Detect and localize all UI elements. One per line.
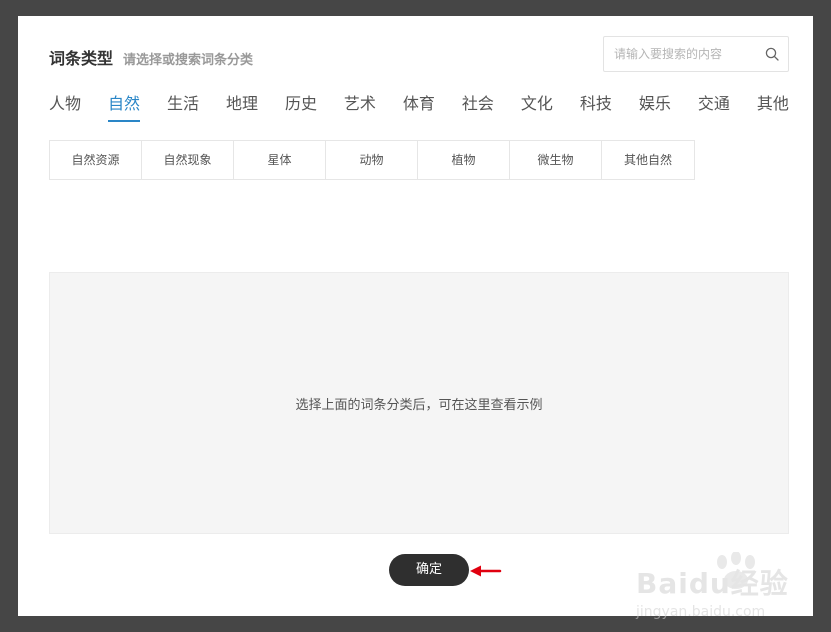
search-icon[interactable]: [765, 47, 779, 61]
tab-technology[interactable]: 科技: [580, 92, 612, 124]
watermark-brand: Baidu经验: [636, 567, 789, 600]
subtab-animals[interactable]: 动物: [326, 141, 418, 179]
tab-culture[interactable]: 文化: [521, 92, 553, 124]
subtab-natural-resources[interactable]: 自然资源: [50, 141, 142, 179]
tab-entertainment[interactable]: 娱乐: [639, 92, 671, 124]
confirm-button[interactable]: 确定: [389, 554, 469, 586]
red-arrow-annotation: [470, 565, 502, 577]
subtab-other-nature[interactable]: 其他自然: [602, 141, 694, 179]
tab-society[interactable]: 社会: [462, 92, 494, 124]
tab-person[interactable]: 人物: [49, 92, 81, 124]
subtab-natural-phenomena[interactable]: 自然现象: [142, 141, 234, 179]
dialog-header: 词条类型 请选择或搜索词条分类: [49, 45, 253, 69]
tab-life[interactable]: 生活: [167, 92, 199, 124]
subtab-plants[interactable]: 植物: [418, 141, 510, 179]
preview-message: 选择上面的词条分类后，可在这里查看示例: [295, 397, 543, 413]
watermark-url: jingyan.baidu.com: [636, 604, 766, 620]
tab-sports[interactable]: 体育: [403, 92, 435, 124]
baidu-jingyan-watermark: Baidu经验 jingyan.baidu.com: [618, 552, 818, 624]
category-dialog: 词条类型 请选择或搜索词条分类 人物 自然 生活 地理 历史 艺术 体育 社会 …: [18, 16, 813, 620]
subtab-celestial-bodies[interactable]: 星体: [234, 141, 326, 179]
example-preview-area: 选择上面的词条分类后，可在这里查看示例: [49, 272, 789, 534]
subtab-microorganisms[interactable]: 微生物: [510, 141, 602, 179]
search-input[interactable]: [604, 37, 754, 71]
category-tabs: 人物 自然 生活 地理 历史 艺术 体育 社会 文化 科技 娱乐 交通 其他: [49, 92, 789, 126]
subcategory-tabs: 自然资源 自然现象 星体 动物 植物 微生物 其他自然: [49, 140, 695, 180]
tab-art[interactable]: 艺术: [344, 92, 376, 124]
search-box: [603, 36, 789, 72]
tab-transport[interactable]: 交通: [698, 92, 730, 124]
dialog-title: 词条类型: [49, 49, 114, 68]
dialog-subtitle: 请选择或搜索词条分类: [123, 53, 254, 68]
tab-nature[interactable]: 自然: [107, 92, 141, 124]
tab-history[interactable]: 历史: [285, 92, 317, 124]
tab-other[interactable]: 其他: [757, 92, 789, 124]
tab-geography[interactable]: 地理: [226, 92, 258, 124]
